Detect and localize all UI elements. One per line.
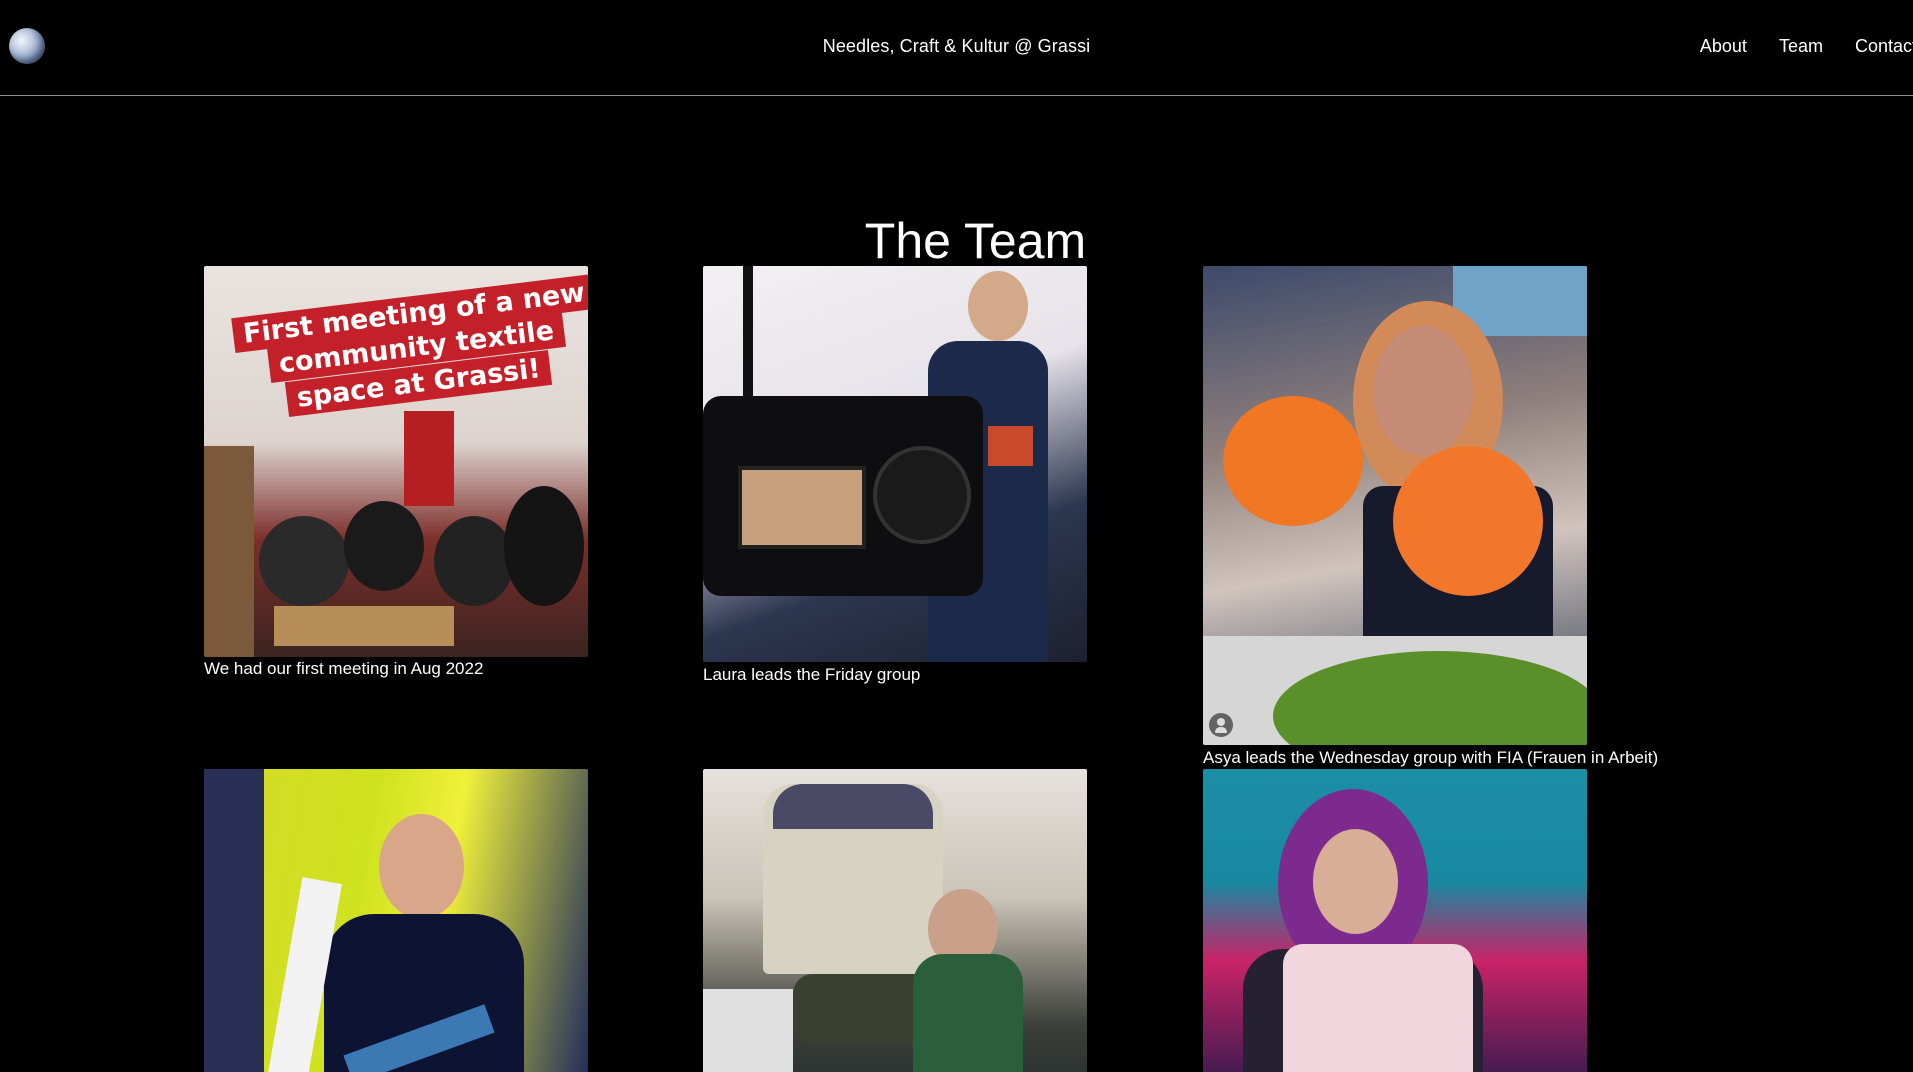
site-title[interactable]: Needles, Craft & Kultur @ Grassi — [0, 36, 1913, 57]
user-icon[interactable] — [1209, 713, 1233, 737]
card-caption: Laura leads the Friday group — [703, 665, 921, 684]
team-card-first-meeting: First meeting of a new community textile… — [204, 266, 588, 678]
team-card-laura: Laura leads the Friday group — [703, 266, 1087, 684]
page-title: The Team — [864, 213, 1087, 269]
nav-team-link[interactable]: Team — [1779, 36, 1823, 57]
team-card-4 — [204, 769, 588, 1072]
team-card-6 — [1203, 769, 1587, 1072]
team-card-asya: Asya leads the Wednesday group with FIA … — [1203, 266, 1658, 767]
site-header: Needles, Craft & Kultur @ Grassi About T… — [0, 0, 1913, 96]
card-caption: Asya leads the Wednesday group with FIA … — [1203, 748, 1659, 767]
team-member-photo-4 — [204, 769, 588, 1072]
page: Needles, Craft & Kultur @ Grassi About T… — [0, 0, 1913, 1072]
main-nav: About Team Contact — [1700, 36, 1913, 57]
nav-contact-link[interactable]: Contact — [1855, 36, 1913, 57]
nav-about-link[interactable]: About — [1700, 36, 1747, 57]
first-meeting-photo: First meeting of a new community textile… — [204, 266, 588, 657]
team-card-5 — [703, 769, 1087, 1072]
team-member-photo-6 — [1203, 769, 1587, 1072]
team-member-photo-5 — [703, 769, 1087, 1072]
card-caption: We had our first meeting in Aug 2022 — [204, 659, 484, 678]
asya-photo — [1203, 266, 1587, 745]
laura-photo — [703, 266, 1087, 662]
